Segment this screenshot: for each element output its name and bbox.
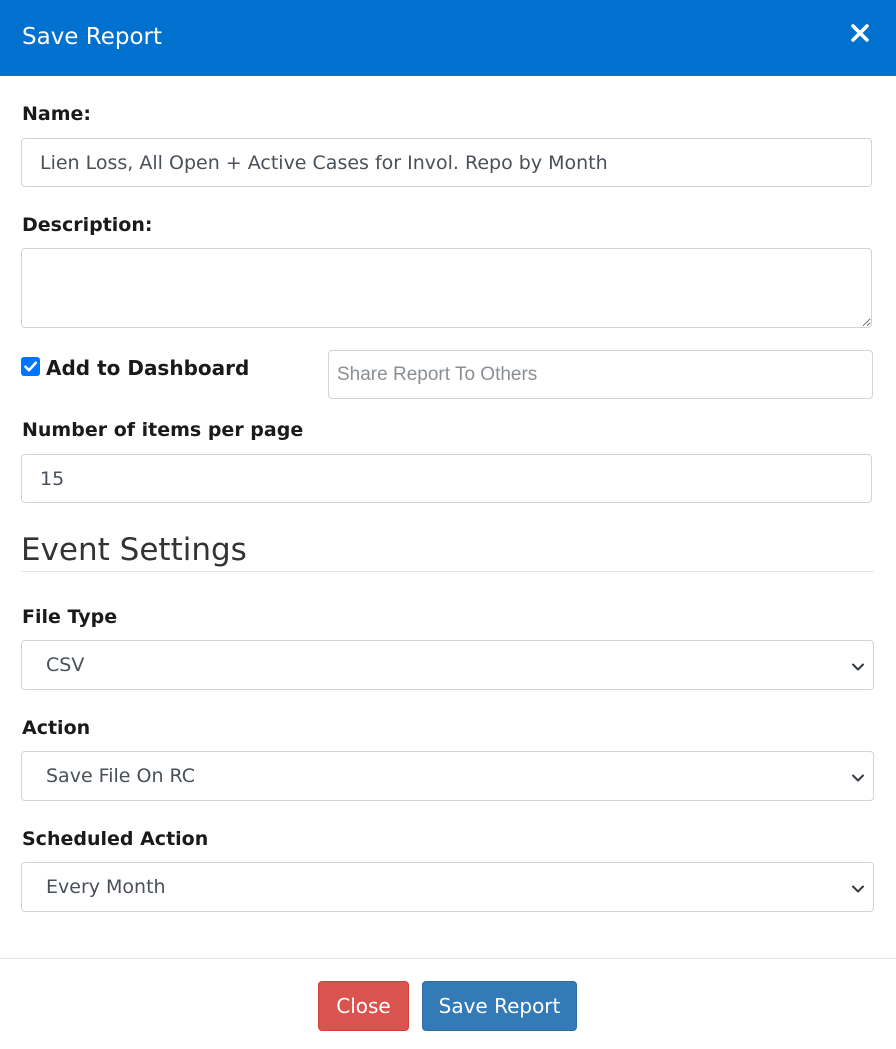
section-divider xyxy=(21,571,874,572)
action-label: Action xyxy=(22,717,91,739)
add-to-dashboard-label: Add to Dashboard xyxy=(46,356,250,380)
chevron-down-icon xyxy=(851,659,865,673)
add-to-dashboard-checkbox[interactable] xyxy=(21,357,40,376)
name-input[interactable] xyxy=(21,138,872,187)
modal-header: Save Report xyxy=(0,0,896,76)
save-report-modal: Save Report Name: Description: Add to Da… xyxy=(0,0,896,1049)
modal-title: Save Report xyxy=(22,24,163,50)
items-per-page-input[interactable] xyxy=(21,454,872,503)
scheduled-action-value: Every Month xyxy=(46,876,166,898)
description-label: Description: xyxy=(22,214,153,236)
action-value: Save File On RC xyxy=(46,765,196,787)
file-type-label: File Type xyxy=(22,606,118,628)
name-label: Name: xyxy=(22,103,92,125)
share-report-input[interactable] xyxy=(328,350,873,399)
footer-divider xyxy=(0,958,896,959)
description-textarea[interactable] xyxy=(21,248,872,328)
chevron-down-icon xyxy=(851,881,865,895)
file-type-value: CSV xyxy=(46,654,85,676)
close-icon[interactable] xyxy=(850,23,870,43)
file-type-select[interactable]: CSV xyxy=(21,640,874,690)
scheduled-action-select[interactable]: Every Month xyxy=(21,862,874,912)
event-settings-title: Event Settings xyxy=(21,532,247,568)
action-select[interactable]: Save File On RC xyxy=(21,751,874,801)
chevron-down-icon xyxy=(851,770,865,784)
close-button[interactable]: Close xyxy=(318,981,409,1031)
scheduled-action-label: Scheduled Action xyxy=(22,828,209,850)
save-report-button[interactable]: Save Report xyxy=(422,981,577,1031)
items-per-page-label: Number of items per page xyxy=(22,419,304,441)
